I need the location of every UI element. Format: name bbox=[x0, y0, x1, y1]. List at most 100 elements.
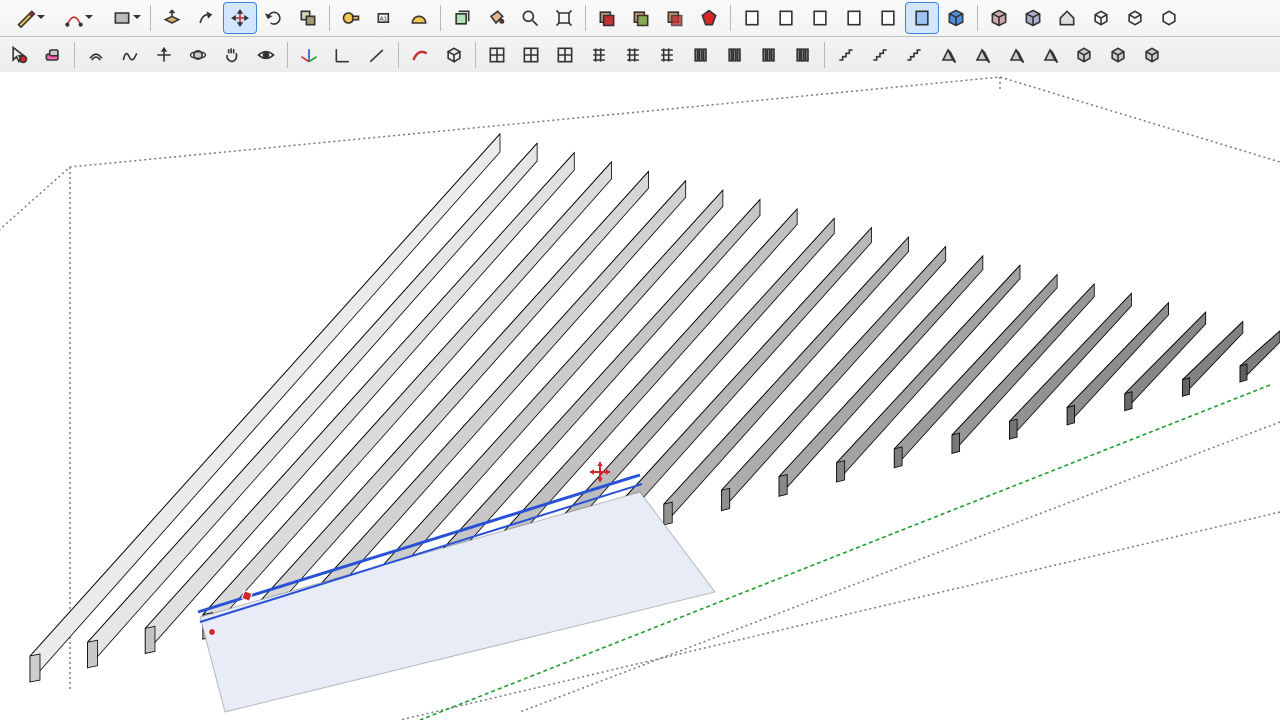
toolbar-separator bbox=[475, 42, 476, 68]
axes-tool[interactable] bbox=[292, 39, 326, 71]
toolbar-separator bbox=[150, 5, 151, 31]
make-component[interactable] bbox=[445, 2, 479, 34]
layers-c-icon bbox=[665, 8, 685, 28]
section-tool[interactable] bbox=[403, 39, 437, 71]
toolbar-separator bbox=[824, 42, 825, 68]
dimension-tool[interactable]: A1 bbox=[368, 2, 402, 34]
zoom-tool[interactable] bbox=[513, 2, 547, 34]
style-d[interactable] bbox=[837, 2, 871, 34]
plugin-k[interactable] bbox=[829, 39, 863, 71]
style-f[interactable] bbox=[905, 2, 939, 34]
eraser-tool[interactable] bbox=[36, 39, 70, 71]
zoom-extents[interactable] bbox=[547, 2, 581, 34]
style-g[interactable] bbox=[939, 2, 973, 34]
plugin-l[interactable] bbox=[863, 39, 897, 71]
plugin-a[interactable] bbox=[480, 39, 514, 71]
pushpull-tool[interactable] bbox=[155, 2, 189, 34]
bars-icon bbox=[725, 45, 745, 65]
free-icon bbox=[120, 45, 140, 65]
axis-lock-a[interactable] bbox=[326, 39, 360, 71]
orbit-tool[interactable] bbox=[181, 39, 215, 71]
plugin-b[interactable] bbox=[514, 39, 548, 71]
look-around-tool[interactable] bbox=[249, 39, 283, 71]
orbit-icon bbox=[188, 45, 208, 65]
plugin-s[interactable] bbox=[1101, 39, 1135, 71]
style-c[interactable] bbox=[803, 2, 837, 34]
extension-warehouse[interactable] bbox=[1016, 2, 1050, 34]
scale-tool[interactable] bbox=[291, 2, 325, 34]
style-a[interactable] bbox=[735, 2, 769, 34]
eye-icon bbox=[256, 45, 276, 65]
move-origin-endpoint bbox=[209, 629, 216, 636]
style-e[interactable] bbox=[871, 2, 905, 34]
iso-view[interactable] bbox=[437, 39, 471, 71]
plugin-f[interactable] bbox=[650, 39, 684, 71]
pan-tool[interactable] bbox=[215, 39, 249, 71]
gem-icon bbox=[699, 8, 719, 28]
plugin-g[interactable] bbox=[684, 39, 718, 71]
home-icon bbox=[1057, 8, 1077, 28]
page-blue-icon bbox=[912, 8, 932, 28]
bucket-icon bbox=[486, 8, 506, 28]
plank bbox=[894, 275, 1057, 468]
cube-icon bbox=[1074, 45, 1094, 65]
cube-icon bbox=[1108, 45, 1128, 65]
scale-icon bbox=[298, 8, 318, 28]
arc-tool-dd[interactable] bbox=[50, 2, 98, 34]
camera-views-b[interactable] bbox=[1118, 2, 1152, 34]
styles-toggle[interactable] bbox=[692, 2, 726, 34]
plugin-i[interactable] bbox=[752, 39, 786, 71]
line-tool-dd[interactable] bbox=[2, 2, 50, 34]
plugin-o[interactable] bbox=[965, 39, 999, 71]
plugin-d[interactable] bbox=[582, 39, 616, 71]
bars-icon bbox=[793, 45, 813, 65]
box-lines-b-icon bbox=[1125, 8, 1145, 28]
materials-toggle[interactable] bbox=[658, 2, 692, 34]
iso-icon bbox=[444, 45, 464, 65]
home-view[interactable] bbox=[1050, 2, 1084, 34]
prism-icon bbox=[1006, 45, 1026, 65]
axis-lock-b[interactable] bbox=[360, 39, 394, 71]
plank bbox=[721, 246, 945, 510]
plugin-t[interactable] bbox=[1135, 39, 1169, 71]
components-toggle[interactable] bbox=[624, 2, 658, 34]
paint-bucket-tool[interactable] bbox=[479, 2, 513, 34]
shape-tool-dd[interactable] bbox=[98, 2, 146, 34]
axes-b-icon bbox=[333, 45, 353, 65]
plugin-p[interactable] bbox=[999, 39, 1033, 71]
plugin-q[interactable] bbox=[1033, 39, 1067, 71]
offset-tool[interactable] bbox=[79, 39, 113, 71]
plugin-j[interactable] bbox=[786, 39, 820, 71]
toolbar-separator bbox=[287, 42, 288, 68]
protractor-tool[interactable] bbox=[402, 2, 436, 34]
box3d-b-icon bbox=[1023, 8, 1043, 28]
camera-views-c[interactable] bbox=[1152, 2, 1186, 34]
toolbar-row-1: A1 bbox=[0, 0, 1280, 37]
page-icon bbox=[844, 8, 864, 28]
move3d-icon bbox=[154, 45, 174, 65]
tape-measure-tool[interactable] bbox=[334, 2, 368, 34]
freehand-tool[interactable] bbox=[113, 39, 147, 71]
cursor-red-icon bbox=[9, 45, 29, 65]
camera-views-a[interactable] bbox=[1084, 2, 1118, 34]
outliner-toggle[interactable] bbox=[590, 2, 624, 34]
plugin-h[interactable] bbox=[718, 39, 752, 71]
arc-icon bbox=[64, 8, 84, 28]
plugin-r[interactable] bbox=[1067, 39, 1101, 71]
plugin-e[interactable] bbox=[616, 39, 650, 71]
style-b[interactable] bbox=[769, 2, 803, 34]
select-tool[interactable] bbox=[2, 39, 36, 71]
prot-icon bbox=[409, 8, 429, 28]
prism-icon bbox=[972, 45, 992, 65]
plugin-n[interactable] bbox=[931, 39, 965, 71]
plugin-m[interactable] bbox=[897, 39, 931, 71]
move-tool[interactable] bbox=[147, 39, 181, 71]
intersect-tool[interactable] bbox=[223, 2, 257, 34]
toolbar-separator bbox=[440, 5, 441, 31]
followme-tool[interactable] bbox=[189, 2, 223, 34]
3d-viewport[interactable] bbox=[0, 72, 1280, 720]
rotate-tool[interactable] bbox=[257, 2, 291, 34]
magnify-icon bbox=[520, 8, 540, 28]
3d-warehouse[interactable] bbox=[982, 2, 1016, 34]
plugin-c[interactable] bbox=[548, 39, 582, 71]
